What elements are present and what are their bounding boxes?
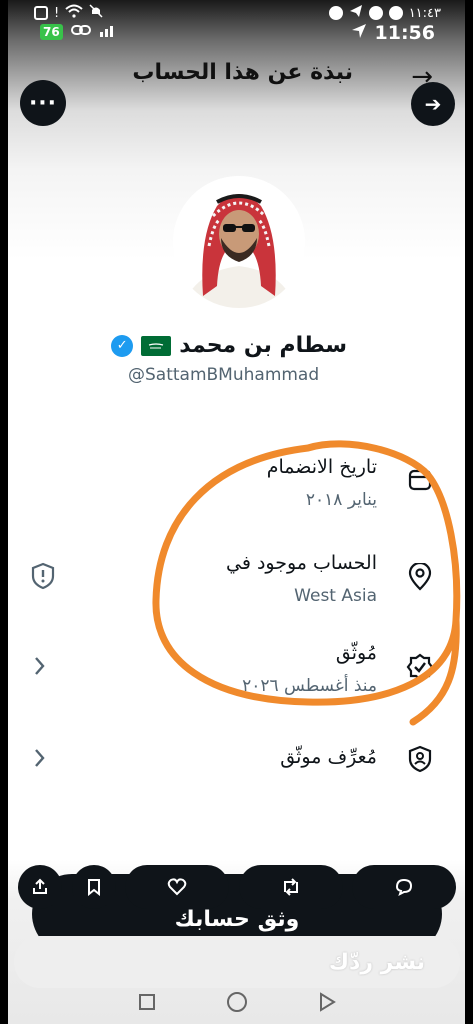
system-nav-bar	[8, 984, 465, 1024]
signal-icon	[99, 22, 117, 41]
row-verified: مُوثّق منذ أغسطس ٢٠٢٦	[15, 636, 435, 706]
more-dots-icon: ···	[28, 90, 58, 116]
row-location: الحساب موجود في West Asia	[15, 546, 435, 616]
status-left-bottom: 76	[40, 22, 117, 41]
status-left: !	[34, 4, 103, 22]
shield-alert-icon[interactable]	[30, 562, 56, 596]
avatar	[173, 176, 305, 308]
heart-icon	[167, 878, 187, 896]
verify-account-label: وثق حسابك	[174, 907, 300, 932]
id-verified-title: مُعرِّف موثّق	[280, 746, 377, 768]
bookmark-icon	[87, 879, 100, 896]
reply-button[interactable]	[352, 865, 456, 909]
location-pin-icon	[405, 562, 435, 592]
telegram-icon	[349, 4, 363, 22]
app-icon	[368, 6, 383, 20]
retweet-icon	[283, 878, 298, 896]
comment-icon	[395, 878, 413, 896]
location-arrow-icon	[351, 22, 367, 44]
like-button[interactable]	[125, 865, 229, 909]
mute-icon	[89, 4, 103, 22]
location-value: West Asia	[294, 586, 377, 606]
wifi-icon	[65, 4, 83, 22]
warning-icon: !	[54, 5, 60, 21]
retweet-button[interactable]	[238, 865, 343, 909]
sim-icon	[34, 6, 48, 20]
saudi-flag-icon	[141, 335, 172, 356]
link-icon	[70, 22, 91, 41]
profile-name-row: سطام بن محمد ✓	[111, 333, 347, 358]
share-icon	[33, 878, 47, 894]
battery-indicator: 76	[40, 23, 63, 40]
app-icon	[328, 6, 343, 20]
tweet-action-bar	[18, 864, 456, 910]
location-title: الحساب موجود في	[226, 552, 377, 574]
more-options-button[interactable]: ···	[20, 80, 66, 126]
row-joined: تاريخ الانضمام يناير ٢٠١٨	[15, 450, 435, 520]
status-right-top: ١١:٤٣	[328, 4, 441, 22]
app-icon	[388, 6, 403, 20]
status-bar: ! 76 ١١:٤٣ 11:56	[8, 0, 465, 46]
verified-value: منذ أغسطس ٢٠٢٦	[242, 676, 377, 696]
screen: ! 76 ١١:٤٣ 11:56 نبذة عن هذا الحساب → ··…	[8, 0, 465, 1024]
back-triangle-icon[interactable]	[318, 991, 336, 1017]
forward-button[interactable]: ➔	[411, 82, 455, 126]
bookmark-button[interactable]	[71, 865, 116, 909]
reply-placeholder: نشر ردّك	[328, 950, 425, 975]
id-shield-icon	[405, 744, 435, 774]
verified-check-icon	[405, 652, 435, 682]
share-button[interactable]	[18, 865, 62, 909]
joined-value: يناير ٢٠١٨	[305, 490, 377, 510]
chevron-left-icon[interactable]	[30, 746, 48, 776]
verified-title: مُوثّق	[335, 642, 377, 664]
recents-square-icon[interactable]	[138, 992, 156, 1016]
clock: 11:56	[374, 22, 435, 44]
page-title: نبذة عن هذا الحساب	[132, 60, 353, 85]
profile-handle: @SattamBMuhammad	[128, 365, 320, 385]
home-circle-icon[interactable]	[226, 991, 248, 1018]
chevron-left-icon[interactable]	[30, 654, 48, 684]
calendar-icon	[405, 464, 435, 494]
time-small: ١١:٤٣	[408, 5, 441, 21]
arrow-right-icon: ➔	[424, 92, 442, 116]
profile-name: سطام بن محمد	[179, 333, 347, 358]
verified-badge-icon: ✓	[111, 334, 134, 357]
row-id-verified[interactable]: مُعرِّف موثّق	[15, 730, 435, 790]
joined-title: تاريخ الانضمام	[266, 456, 377, 478]
status-right-bottom: 11:56	[351, 22, 435, 44]
